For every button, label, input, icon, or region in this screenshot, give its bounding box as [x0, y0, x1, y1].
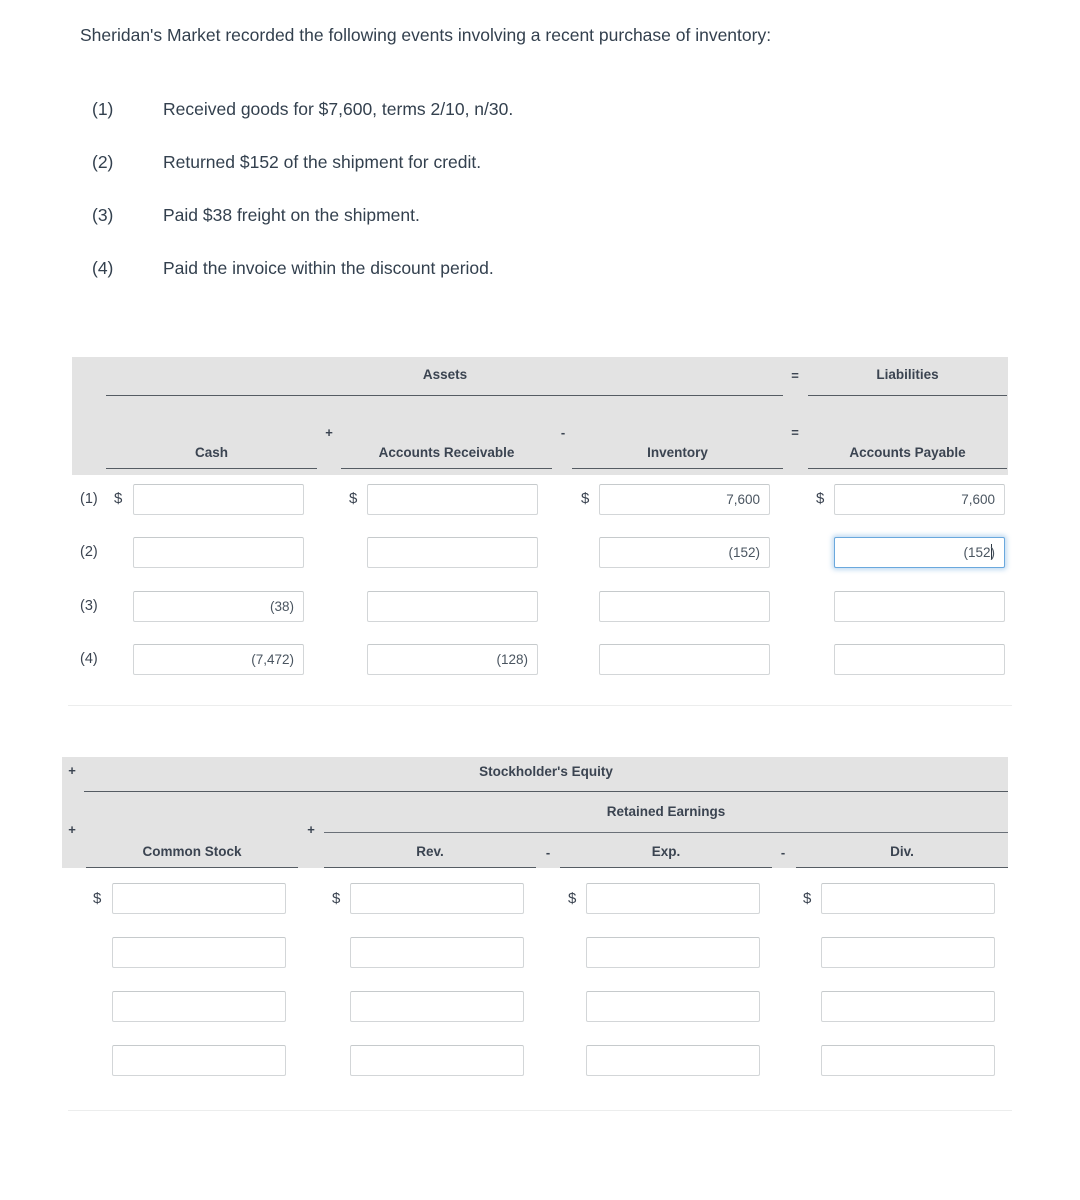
div-underline	[796, 867, 1008, 868]
inventory-underline	[572, 468, 783, 469]
event-number: (4)	[92, 258, 114, 278]
currency-symbol-inventory: $	[581, 490, 590, 507]
input-common-stock-row4[interactable]	[112, 1045, 286, 1076]
operator-minus-rev-exp: -	[545, 845, 551, 860]
currency-symbol-rev: $	[332, 890, 341, 907]
input-div-row2[interactable]	[821, 937, 995, 968]
input-exp-row2[interactable]	[586, 937, 760, 968]
rev-underline	[324, 867, 536, 868]
row-label-2: (2)	[80, 544, 98, 560]
event-number: (1)	[92, 99, 114, 119]
column-header-accounts-payable: Accounts Payable	[849, 445, 966, 460]
input-cash-row1[interactable]	[133, 484, 304, 515]
input-cash-row2[interactable]	[133, 537, 304, 568]
liabilities-underline	[808, 395, 1007, 396]
input-accounts-payable-row1[interactable]	[834, 484, 1005, 515]
row-label-3: (3)	[80, 598, 98, 614]
event-number: (2)	[92, 152, 114, 172]
currency-symbol-cash: $	[114, 490, 123, 507]
list-item: (1) Received goods for $7,600, terms 2/1…	[92, 96, 992, 149]
exp-underline	[560, 867, 772, 868]
focused-value-trailing: )	[990, 545, 996, 560]
input-accounts-payable-row2[interactable]: (152)	[834, 537, 1005, 568]
input-div-row1[interactable]	[821, 883, 995, 914]
input-div-row4[interactable]	[821, 1045, 995, 1076]
column-header-inventory: Inventory	[647, 445, 708, 460]
operator-minus-exp-div: -	[780, 845, 786, 860]
input-cash-row4[interactable]	[133, 644, 304, 675]
row-label-1: (1)	[80, 491, 98, 507]
row-label-4: (4)	[80, 651, 98, 667]
list-item: (4) Paid the invoice within the discount…	[92, 255, 992, 308]
input-exp-row1[interactable]	[586, 883, 760, 914]
common-stock-underline	[86, 867, 298, 868]
section-divider-bottom	[68, 1110, 1012, 1111]
currency-symbol-accounts-receivable: $	[349, 490, 358, 507]
assets-underline	[106, 395, 783, 396]
input-exp-row3[interactable]	[586, 991, 760, 1022]
operator-plus-equity-mid: +	[68, 822, 76, 837]
operator-plus-assets: +	[325, 425, 333, 440]
operator-equals-bottom: =	[791, 425, 799, 440]
input-inventory-row4[interactable]	[599, 644, 770, 675]
page-title: Sheridan's Market recorded the following…	[80, 25, 772, 45]
group-header-assets: Assets	[422, 367, 468, 382]
input-cash-row3[interactable]	[133, 591, 304, 622]
stockholders-equity-underline	[84, 791, 1008, 792]
input-accounts-receivable-row3[interactable]	[367, 591, 538, 622]
currency-symbol-accounts-payable: $	[816, 490, 825, 507]
worksheet-page: Sheridan's Market recorded the following…	[0, 0, 1080, 1200]
currency-symbol-div: $	[803, 890, 812, 907]
input-common-stock-row1[interactable]	[112, 883, 286, 914]
operator-plus-retained-earnings: +	[307, 822, 315, 837]
input-rev-row4[interactable]	[350, 1045, 524, 1076]
input-inventory-row2[interactable]	[599, 537, 770, 568]
column-header-exp: Exp.	[651, 844, 681, 859]
column-header-common-stock: Common Stock	[142, 844, 242, 859]
event-text: Paid $38 freight on the shipment.	[163, 205, 420, 225]
cash-underline	[106, 468, 317, 469]
input-inventory-row3[interactable]	[599, 591, 770, 622]
column-header-cash: Cash	[194, 445, 228, 460]
accounts-receivable-underline	[341, 468, 552, 469]
input-accounts-receivable-row4[interactable]	[367, 644, 538, 675]
section-divider-top	[68, 705, 1012, 706]
group-header-retained-earnings: Retained Earnings	[606, 804, 726, 819]
group-header-liabilities: Liabilities	[876, 367, 939, 382]
group-header-stockholders-equity: Stockholder's Equity	[479, 764, 613, 779]
operator-minus-assets: -	[560, 425, 566, 440]
input-common-stock-row2[interactable]	[112, 937, 286, 968]
column-header-rev: Rev.	[416, 844, 444, 859]
input-exp-row4[interactable]	[586, 1045, 760, 1076]
input-div-row3[interactable]	[821, 991, 995, 1022]
input-accounts-receivable-row2[interactable]	[367, 537, 538, 568]
list-item: (3) Paid $38 freight on the shipment.	[92, 202, 992, 255]
focused-value-text: (152	[963, 545, 991, 560]
column-header-accounts-receivable: Accounts Receivable	[378, 445, 515, 460]
input-rev-row3[interactable]	[350, 991, 524, 1022]
retained-earnings-underline	[324, 832, 1008, 833]
input-accounts-payable-row3[interactable]	[834, 591, 1005, 622]
events-list: (1) Received goods for $7,600, terms 2/1…	[92, 96, 992, 308]
input-rev-row1[interactable]	[350, 883, 524, 914]
currency-symbol-exp: $	[568, 890, 577, 907]
currency-symbol-common-stock: $	[93, 890, 102, 907]
event-text: Returned $152 of the shipment for credit…	[163, 152, 482, 172]
operator-equals-top: =	[791, 368, 799, 383]
event-number: (3)	[92, 205, 114, 225]
input-accounts-payable-row4[interactable]	[834, 644, 1005, 675]
input-common-stock-row3[interactable]	[112, 991, 286, 1022]
input-inventory-row1[interactable]	[599, 484, 770, 515]
accounts-payable-underline	[808, 468, 1007, 469]
column-header-div: Div.	[890, 844, 914, 859]
operator-plus-equity-top: +	[68, 763, 76, 778]
event-text: Paid the invoice within the discount per…	[163, 258, 494, 278]
event-text: Received goods for $7,600, terms 2/10, n…	[163, 99, 514, 119]
input-rev-row2[interactable]	[350, 937, 524, 968]
input-accounts-receivable-row1[interactable]	[367, 484, 538, 515]
list-item: (2) Returned $152 of the shipment for cr…	[92, 149, 992, 202]
